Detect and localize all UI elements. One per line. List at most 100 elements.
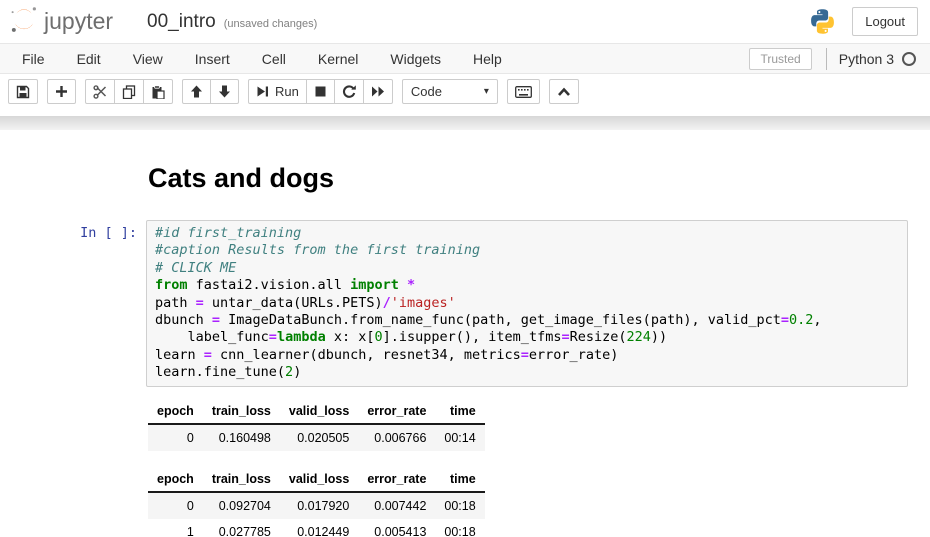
table-cell: 0.020505 (280, 424, 358, 451)
menu-item-cell[interactable]: Cell (246, 45, 302, 73)
table-cell: 0.005413 (358, 519, 435, 537)
menu-item-edit[interactable]: Edit (61, 45, 117, 73)
markdown-heading: Cats and dogs (148, 163, 930, 194)
kernel-idle-indicator-icon (902, 52, 916, 66)
restart-kernel-button[interactable] (334, 79, 364, 104)
command-palette-button[interactable] (507, 79, 540, 104)
move-cell-down-button[interactable] (210, 79, 239, 104)
table-cell: 0.007442 (358, 492, 435, 519)
paste-cell-button[interactable] (143, 79, 173, 104)
column-header: train_loss (203, 467, 280, 492)
menu-item-kernel[interactable]: Kernel (302, 45, 374, 73)
trusted-button[interactable]: Trusted (749, 48, 811, 70)
copy-icon (122, 85, 136, 99)
table-cell: 0.092704 (203, 492, 280, 519)
copy-cell-button[interactable] (114, 79, 144, 104)
table-cell: 00:18 (435, 492, 484, 519)
column-header: valid_loss (280, 399, 358, 424)
run-button-label: Run (275, 84, 299, 99)
toolbar: Run Code ▾ (0, 74, 930, 109)
header-bar: jupyter 00_intro (unsaved changes) Logou… (0, 0, 930, 44)
kernel-name: Python 3 (839, 51, 894, 67)
code-line: #id first_training (155, 225, 899, 242)
restart-run-all-button[interactable] (363, 79, 393, 104)
code-line: path = untar_data(URLs.PETS)/'images' (155, 295, 899, 312)
arrow-up-icon (190, 85, 203, 98)
restart-icon (342, 85, 356, 99)
column-header: train_loss (203, 399, 280, 424)
paste-icon (151, 85, 165, 99)
scissors-icon (93, 85, 107, 99)
menu-item-insert[interactable]: Insert (179, 45, 246, 73)
add-cell-button[interactable] (47, 79, 76, 104)
column-header: time (435, 467, 484, 492)
markdown-cell[interactable]: Cats and dogs (148, 163, 930, 194)
table-cell: 00:14 (435, 424, 484, 451)
column-header: epoch (148, 399, 203, 424)
training-results-table-2: epochtrain_lossvalid_losserror_ratetime0… (148, 467, 485, 537)
toolbar-gap (0, 109, 930, 116)
keyboard-icon (515, 86, 532, 98)
column-header: epoch (148, 467, 203, 492)
toolbar-more-button[interactable] (549, 79, 579, 104)
table-cell: 0.012449 (280, 519, 358, 537)
code-line: dbunch = ImageDataBunch.from_name_func(p… (155, 312, 899, 329)
table-row: 00.0927040.0179200.00744200:18 (148, 492, 485, 519)
code-cell[interactable]: In [ ]: #id first_training#caption Resul… (0, 220, 908, 387)
chevron-up-icon (557, 86, 571, 98)
jupyter-logo-icon (8, 3, 40, 40)
move-cell-up-button[interactable] (182, 79, 211, 104)
run-cell-button[interactable]: Run (248, 79, 307, 104)
notebook-area: Cats and dogs In [ ]: #id first_training… (0, 130, 930, 537)
table-cell: 0.160498 (203, 424, 280, 451)
column-header: valid_loss (280, 467, 358, 492)
cell-type-dropdown[interactable]: Code ▾ (402, 79, 498, 104)
python-logo-icon (809, 8, 836, 35)
table-row: 10.0277850.0124490.00541300:18 (148, 519, 485, 537)
cell-type-selected: Code (411, 84, 442, 99)
save-button[interactable] (8, 79, 38, 104)
jupyter-logo[interactable]: jupyter (8, 3, 113, 40)
code-line: from fastai2.vision.all import * (155, 277, 899, 294)
column-header: error_rate (358, 467, 435, 492)
jupyter-wordmark: jupyter (44, 8, 113, 35)
table-cell: 0 (148, 492, 203, 519)
code-line: label_func=lambda x: x[0].isupper(), ite… (155, 329, 899, 346)
input-prompt: In [ ]: (0, 220, 146, 241)
menu-item-view[interactable]: View (117, 45, 179, 73)
code-line: #caption Results from the first training (155, 242, 899, 259)
table-cell: 00:18 (435, 519, 484, 537)
notebook-title[interactable]: 00_intro (147, 11, 216, 33)
table-row: 00.1604980.0205050.00676600:14 (148, 424, 485, 451)
step-forward-icon (256, 85, 269, 98)
column-header: time (435, 399, 484, 424)
code-line: learn.fine_tune(2) (155, 364, 899, 381)
menubar: FileEditViewInsertCellKernelWidgetsHelp … (0, 44, 930, 74)
table-cell: 0.027785 (203, 519, 280, 537)
fast-forward-icon (371, 85, 385, 98)
logout-button[interactable]: Logout (852, 7, 918, 36)
table-cell: 0 (148, 424, 203, 451)
interrupt-kernel-button[interactable] (306, 79, 335, 104)
menu-items: FileEditViewInsertCellKernelWidgetsHelp (6, 45, 518, 73)
stop-icon (314, 85, 327, 98)
table-cell: 0.017920 (280, 492, 358, 519)
arrow-down-icon (218, 85, 231, 98)
save-icon (16, 85, 30, 99)
menu-item-help[interactable]: Help (457, 45, 518, 73)
chevron-down-icon: ▾ (484, 86, 489, 97)
plus-icon (55, 85, 68, 98)
menubar-separator (826, 48, 827, 70)
code-line: learn = cnn_learner(dbunch, resnet34, me… (155, 347, 899, 364)
header-shadow-divider (0, 116, 930, 130)
column-header: error_rate (358, 399, 435, 424)
table-cell: 0.006766 (358, 424, 435, 451)
code-line: # CLICK ME (155, 260, 899, 277)
code-input-area[interactable]: #id first_training#caption Results from … (146, 220, 908, 387)
menu-item-widgets[interactable]: Widgets (374, 45, 457, 73)
menu-item-file[interactable]: File (6, 45, 61, 73)
table-cell: 1 (148, 519, 203, 537)
output-area: epochtrain_lossvalid_losserror_ratetime0… (148, 387, 930, 537)
cut-cell-button[interactable] (85, 79, 115, 104)
training-results-table-1: epochtrain_lossvalid_losserror_ratetime0… (148, 399, 485, 451)
